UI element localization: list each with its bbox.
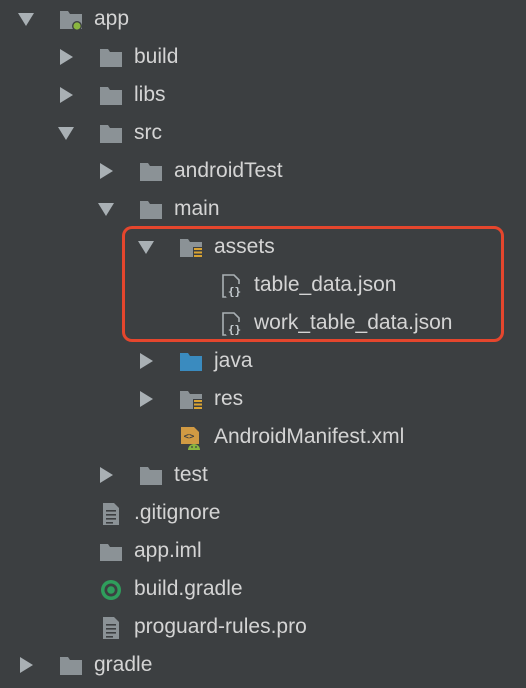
resources-folder-icon xyxy=(179,388,203,412)
tree-item-label: table_data.json xyxy=(254,273,397,296)
expand-arrow-right-icon[interactable] xyxy=(137,390,155,408)
tree-item-build-gradle[interactable]: build.gradle xyxy=(0,570,526,608)
tree-item-label: libs xyxy=(134,83,166,106)
expand-arrow-down-icon[interactable] xyxy=(97,200,115,218)
tree-item-src[interactable]: src xyxy=(0,114,526,152)
expand-arrow-right-icon[interactable] xyxy=(17,656,35,674)
expand-arrow-right-icon[interactable] xyxy=(97,162,115,180)
svg-text:<>: <> xyxy=(184,432,195,442)
iml-file-icon xyxy=(99,540,123,564)
svg-text:{}: {} xyxy=(228,285,241,298)
tree-item-label: res xyxy=(214,387,244,410)
expand-arrow-right-icon[interactable] xyxy=(137,352,155,370)
expand-arrow-down-icon[interactable] xyxy=(17,10,35,28)
tree-item-label: .gitignore xyxy=(134,501,221,524)
tree-item-label: androidTest xyxy=(174,159,283,182)
expand-arrow-right-icon[interactable] xyxy=(97,466,115,484)
tree-item-label: assets xyxy=(214,235,275,258)
android-manifest-icon: <> xyxy=(179,426,203,450)
json-file-icon: {} xyxy=(219,312,243,336)
tree-item-build[interactable]: build xyxy=(0,38,526,76)
folder-icon xyxy=(139,198,163,222)
expand-arrow-down-icon[interactable] xyxy=(57,124,75,142)
tree-item-table-data-json[interactable]: {} table_data.json xyxy=(0,266,526,304)
expand-arrow-right-icon[interactable] xyxy=(57,48,75,66)
tree-item-app[interactable]: app xyxy=(0,0,526,38)
expand-arrow-right-icon[interactable] xyxy=(57,86,75,104)
tree-item-libs[interactable]: libs xyxy=(0,76,526,114)
tree-item-label: proguard-rules.pro xyxy=(134,615,307,638)
project-tree: app build libs src androidTest main asse… xyxy=(0,0,526,688)
folder-icon xyxy=(99,84,123,108)
tree-item-work-table-data-json[interactable]: {} work_table_data.json xyxy=(0,304,526,342)
tree-item-label: build xyxy=(134,45,179,68)
tree-item-label: AndroidManifest.xml xyxy=(214,425,405,448)
module-folder-icon xyxy=(59,8,83,32)
folder-icon xyxy=(99,46,123,70)
text-file-icon xyxy=(99,616,123,640)
folder-icon xyxy=(99,122,123,146)
tree-item-label: app xyxy=(94,7,130,30)
folder-icon xyxy=(139,160,163,184)
tree-item-main[interactable]: main xyxy=(0,190,526,228)
tree-item-label: main xyxy=(174,197,220,220)
tree-item-androidmanifest-xml[interactable]: <> AndroidManifest.xml xyxy=(0,418,526,456)
svg-text:{}: {} xyxy=(228,323,241,336)
tree-item-label: app.iml xyxy=(134,539,202,562)
expand-arrow-down-icon[interactable] xyxy=(137,238,155,256)
source-folder-icon xyxy=(179,350,203,374)
json-file-icon: {} xyxy=(219,274,243,298)
tree-item-proguard-rules-pro[interactable]: proguard-rules.pro xyxy=(0,608,526,646)
gradle-file-icon xyxy=(99,578,123,602)
tree-item-gradle[interactable]: gradle xyxy=(0,646,526,684)
tree-item-label: java xyxy=(214,349,253,372)
tree-item-res[interactable]: res xyxy=(0,380,526,418)
tree-item-label: work_table_data.json xyxy=(254,311,453,334)
resources-folder-icon xyxy=(179,236,203,260)
tree-item-test[interactable]: test xyxy=(0,456,526,494)
tree-item-java[interactable]: java xyxy=(0,342,526,380)
tree-item-label: src xyxy=(134,121,162,144)
tree-item-label: build.gradle xyxy=(134,577,243,600)
text-file-icon xyxy=(99,502,123,526)
folder-icon xyxy=(139,464,163,488)
tree-item-androidtest[interactable]: androidTest xyxy=(0,152,526,190)
tree-item-label: gradle xyxy=(94,653,153,676)
tree-item-gitignore[interactable]: .gitignore xyxy=(0,494,526,532)
tree-item-assets[interactable]: assets xyxy=(0,228,526,266)
folder-icon xyxy=(59,654,83,678)
tree-item-label: test xyxy=(174,463,208,486)
tree-item-app-iml[interactable]: app.iml xyxy=(0,532,526,570)
